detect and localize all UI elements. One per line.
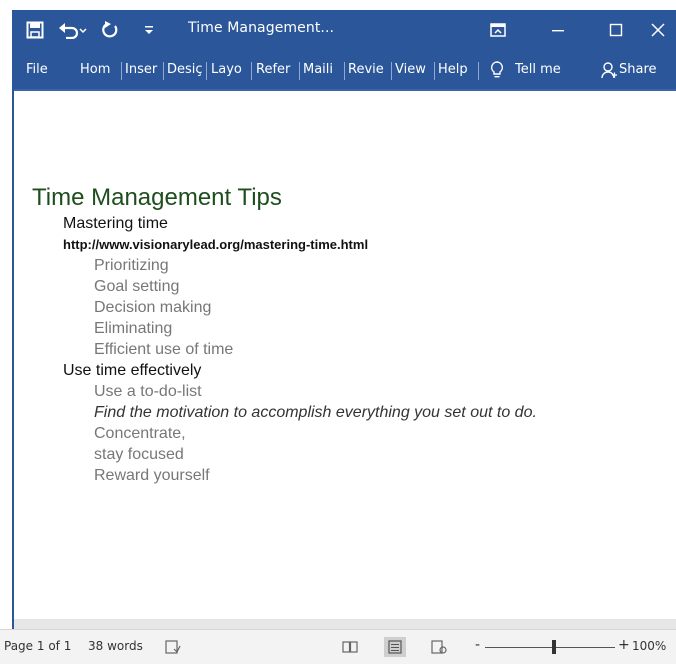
tab-mailings[interactable]: Maili [303, 60, 342, 80]
tab-separator [391, 62, 392, 80]
zoom-slider-thumb[interactable] [552, 640, 556, 654]
share-button[interactable]: Share [619, 60, 669, 80]
tab-separator [344, 62, 345, 80]
list-item: Find the motivation to accomplish everyt… [94, 404, 537, 421]
list-item: Efficient use of time [94, 341, 234, 358]
section-heading-use-time: Use time effectively [63, 362, 202, 379]
maximize-icon[interactable] [606, 19, 626, 41]
hyperlink-url[interactable]: http://www.visionarylead.org/mastering-t… [63, 237, 368, 252]
tab-references[interactable]: Refer [256, 60, 296, 80]
zoom-in-button[interactable]: + [618, 637, 630, 653]
tab-separator [206, 62, 207, 80]
ribbon-tabs: File Hom Inser Desiç Layo Refer Maili Re… [14, 50, 676, 90]
tab-layout[interactable]: Layo [211, 60, 248, 80]
tab-home[interactable]: Hom [80, 60, 120, 80]
word-count[interactable]: 38 words [88, 639, 143, 653]
zoom-level[interactable]: 100% [632, 639, 666, 653]
read-mode-icon[interactable] [339, 637, 361, 657]
share-person-icon[interactable] [600, 59, 618, 81]
tab-design[interactable]: Desiç [167, 60, 204, 80]
list-item: Decision making [94, 299, 212, 316]
redo-icon[interactable] [100, 19, 120, 41]
document-title: Time Management Tips [32, 184, 282, 211]
list-item: Prioritizing [94, 257, 169, 274]
list-item: Reward yourself [94, 467, 210, 484]
list-item: Eliminating [94, 320, 173, 337]
list-item: stay focused [94, 446, 184, 463]
status-bar: Page 1 of 1 38 words - + 100% [0, 629, 676, 664]
close-icon[interactable] [648, 19, 668, 41]
document-page[interactable]: Time Management Tips Mastering time http… [14, 91, 676, 619]
tab-separator [434, 62, 435, 80]
word-window: Time Management... File Hom Inser Desiç … [12, 10, 676, 664]
tab-separator [251, 62, 252, 80]
tab-file[interactable]: File [26, 60, 56, 80]
zoom-out-button[interactable]: - [475, 637, 480, 653]
web-layout-icon[interactable] [428, 637, 450, 657]
tell-me-search[interactable]: Tell me [515, 60, 575, 80]
tab-insert[interactable]: Inser [125, 60, 161, 80]
lightbulb-icon[interactable] [488, 59, 506, 81]
ribbon-display-icon[interactable] [488, 19, 508, 41]
list-item: Goal setting [94, 278, 180, 295]
window-title: Time Management... [188, 20, 335, 36]
tab-review[interactable]: Revie [348, 60, 389, 80]
print-layout-icon[interactable] [384, 637, 406, 657]
tab-view[interactable]: View [395, 60, 431, 80]
section-heading-mastering-time: Mastering time [63, 215, 168, 232]
page-count[interactable]: Page 1 of 1 [4, 639, 71, 653]
tab-separator [299, 62, 300, 80]
proofing-icon[interactable] [162, 637, 184, 657]
customize-qat-icon[interactable] [142, 19, 156, 41]
title-bar: Time Management... [14, 10, 676, 50]
zoom-slider-track[interactable] [485, 647, 615, 648]
save-icon[interactable] [24, 19, 46, 41]
list-item: Use a to-do-list [94, 383, 202, 400]
tab-separator [163, 62, 164, 80]
list-item: Concentrate, [94, 425, 186, 442]
tab-separator [121, 62, 122, 80]
minimize-icon[interactable] [548, 19, 568, 41]
tab-separator [478, 62, 479, 80]
undo-icon[interactable] [58, 19, 88, 41]
tab-help[interactable]: Help [438, 60, 474, 80]
